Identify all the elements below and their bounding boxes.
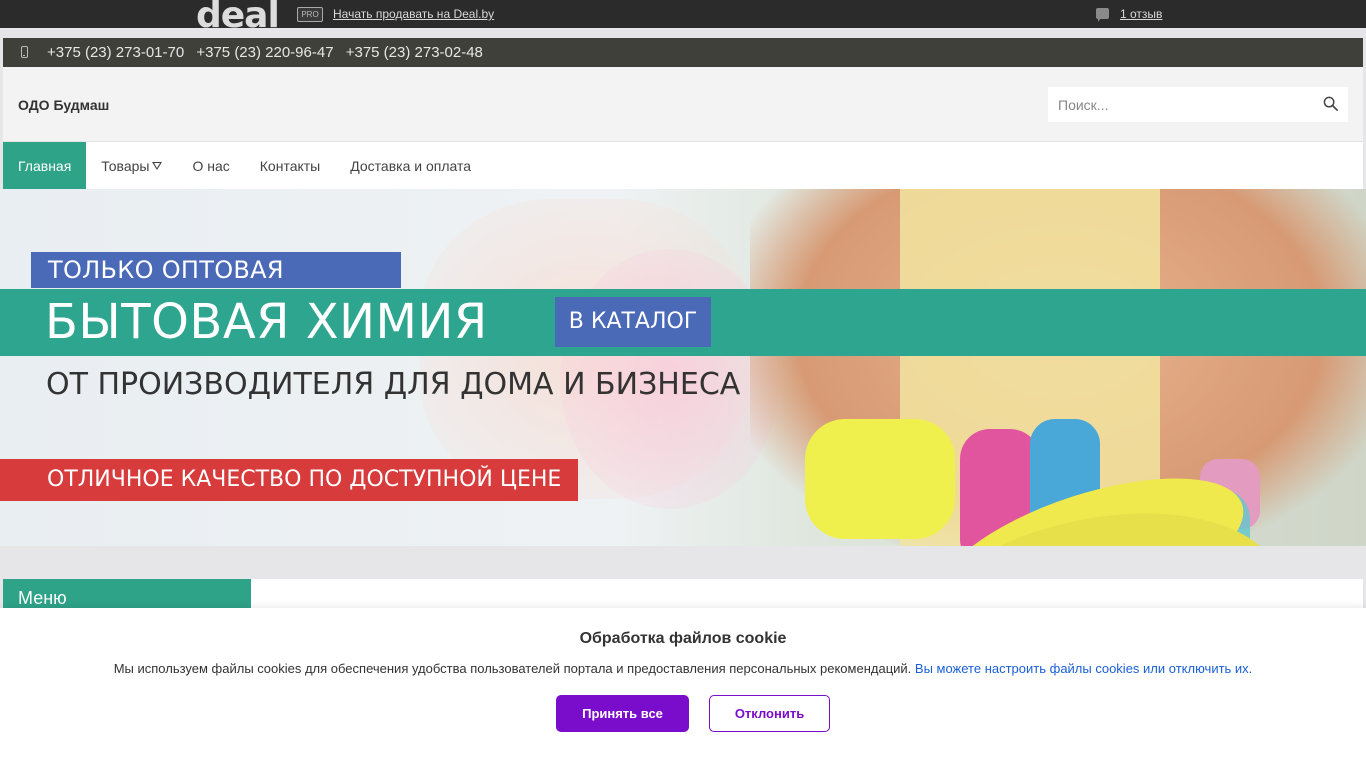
promo-banner[interactable]: ТОЛЬКО ОПТОВАЯ ПРОДАЖА БЫТОВАЯ ХИМИЯ В К… <box>0 189 1366 546</box>
deal-topbar: deal PRO Начать продавать на Deal.by 1 о… <box>0 0 1366 36</box>
reviews-link[interactable]: 1 отзыв <box>1120 7 1162 21</box>
deal-logo[interactable]: deal <box>196 0 280 38</box>
phone-bar: +375 (23) 273-01-70 +375 (23) 220-96-47 … <box>3 38 1363 67</box>
start-selling-link[interactable]: Начать продавать на Deal.by <box>333 7 494 21</box>
cookie-settings-link[interactable]: Вы можете настроить файлы cookies или от… <box>915 661 1252 676</box>
banner-wholesale-tag: ТОЛЬКО ОПТОВАЯ ПРОДАЖА <box>31 252 401 320</box>
nav-item-contacts[interactable]: Контакты <box>245 142 335 190</box>
accept-all-button[interactable]: Принять все <box>556 695 689 732</box>
pro-badge: PRO <box>297 7 323 22</box>
banner-subtitle: ОТ ПРОИЗВОДИТЕЛЯ ДЛЯ ДОМА И БИЗНЕСА <box>46 367 741 402</box>
site-header: ОДО Будмаш <box>3 67 1363 141</box>
banner-quality-strip: ОТЛИЧНОЕ КАЧЕСТВО ПО ДОСТУПНОЙ ЦЕНЕ <box>0 459 578 501</box>
phone-number[interactable]: +375 (23) 273-01-70 <box>47 44 184 61</box>
phone-number[interactable]: +375 (23) 220-96-47 <box>196 44 333 61</box>
cookie-consent-panel: Обработка файлов cookie Мы используем фа… <box>0 608 1366 768</box>
banner-title: БЫТОВАЯ ХИМИЯ <box>45 294 488 350</box>
phone-list: +375 (23) 273-01-70 +375 (23) 220-96-47 … <box>47 44 491 61</box>
nav-item-delivery[interactable]: Доставка и оплата <box>335 142 486 190</box>
search-icon[interactable] <box>1323 96 1338 111</box>
catalog-button[interactable]: В КАТАЛОГ <box>555 297 711 347</box>
decline-button[interactable]: Отклонить <box>709 695 830 732</box>
mobile-phone-icon <box>21 46 28 58</box>
cookie-title: Обработка файлов cookie <box>579 630 787 647</box>
main-nav: Главная Товары О нас Контакты Доставка и… <box>3 141 1363 190</box>
phone-number[interactable]: +375 (23) 273-02-48 <box>346 44 483 61</box>
cookie-text: Мы используем файлы cookies для обеспече… <box>113 661 912 676</box>
nav-item-products[interactable]: Товары <box>86 142 177 190</box>
triangle-down-icon <box>152 162 163 170</box>
cookie-message: Мы используем файлы cookies для обеспече… <box>0 661 1366 676</box>
search-input[interactable] <box>1048 87 1328 122</box>
nav-item-home[interactable]: Главная <box>3 142 87 190</box>
nav-item-label: Товары <box>101 158 150 174</box>
search-box <box>1048 87 1348 122</box>
company-name[interactable]: ОДО Будмаш <box>18 97 109 113</box>
banner-bottle-yellow <box>805 419 955 539</box>
chat-bubble-icon <box>1096 8 1109 22</box>
nav-item-about[interactable]: О нас <box>177 142 244 190</box>
